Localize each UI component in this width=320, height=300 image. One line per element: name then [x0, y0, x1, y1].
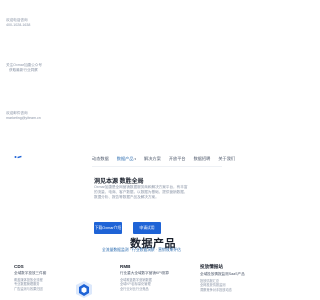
product-subtitle: 全域投放情报监测SaaS产品 — [200, 271, 245, 276]
hero-title: 洞见本源 数胜全局 — [94, 179, 144, 185]
contact-wechat: 关注Oxmar加唐公众号 获取最新行业洞察 — [6, 63, 42, 73]
apply-trial-button[interactable]: 申请试用 — [133, 222, 161, 234]
product-subtitle: 行业重大全域数字营销KPI测算 — [120, 270, 169, 275]
hero-description: Oxmar加唐是全网营销数据服务商和解决方案平台，有丰富的流量、电商、客户数据，… — [94, 185, 188, 200]
phone-number[interactable]: 400-1028-1638 — [6, 23, 30, 28]
nav-item-label: 关于我们 — [218, 156, 236, 161]
contact-phone: 欢迎电话咨询 400-1028-1638 — [6, 18, 30, 28]
chevron-down-icon: ▾ — [134, 157, 137, 161]
contact-email: 欢迎邮件咨询 marketing@yiteam.cn — [6, 111, 41, 121]
nav-item-careers[interactable]: 数据招聘 — [194, 156, 211, 162]
nav-item-news[interactable]: 动态数据 — [92, 156, 109, 162]
nav-item-solutions[interactable]: 解决方案 — [144, 156, 161, 162]
wechat-desc: 获取最新行业洞察 — [9, 68, 38, 72]
nav-item-about[interactable]: 关于我们 — [218, 156, 235, 162]
section-subtitle: 全流量数据监测 · 行业数据洞察 · 营销效果评估 — [102, 248, 181, 252]
product-card-cds[interactable]: CDS 全域数字投放三件套 覆盖媒体投放全流程 专业数据管理服务 广告监测与效果… — [14, 264, 84, 292]
product-desc-line: 全行业对比行业竞品 — [120, 287, 149, 292]
product-title: CDS — [14, 264, 24, 269]
product-card-intel[interactable]: 投放情报站 全域投放情报监测SaaS产品 投放情报汇总 全网投放情报监测 洞察竞… — [200, 264, 270, 293]
product-subtitle: 全域数字投放三件套 — [14, 270, 47, 275]
product-desc-line: 洞察竞争对手投放动态 — [200, 288, 232, 293]
product-desc-line: 广告监测与效果归因 — [14, 287, 43, 292]
nav-item-label: 开放平台 — [168, 156, 186, 161]
nav-item-label: 数据产品 — [116, 156, 134, 161]
nav-item-products[interactable]: 数据产品 ▾ — [117, 156, 136, 162]
product-card-rmb[interactable]: RMB 行业重大全域数字营销KPI测算 全域覆盖数字营销数据 全域KPI目标量化… — [120, 264, 190, 292]
nav-item-platform[interactable]: 开放平台 — [169, 156, 186, 162]
nav-divider — [92, 166, 222, 167]
product-title: 投放情报站 — [200, 264, 223, 269]
main-nav: 动态数据 数据产品 ▾ 解决方案 开放平台 数据招聘 关于我们 — [92, 156, 235, 162]
nav-item-label: 动态数据 — [92, 156, 109, 161]
product-title: RMB — [120, 264, 131, 269]
product-cube-icon — [76, 281, 92, 298]
download-intro-button[interactable]: 下载Oxmar介绍 — [94, 222, 122, 234]
email-address[interactable]: marketing@yiteam.cn — [6, 116, 41, 121]
logo-icon[interactable] — [14, 155, 22, 159]
nav-item-label: 数据招聘 — [193, 156, 211, 161]
nav-item-label: 解决方案 — [144, 156, 161, 161]
